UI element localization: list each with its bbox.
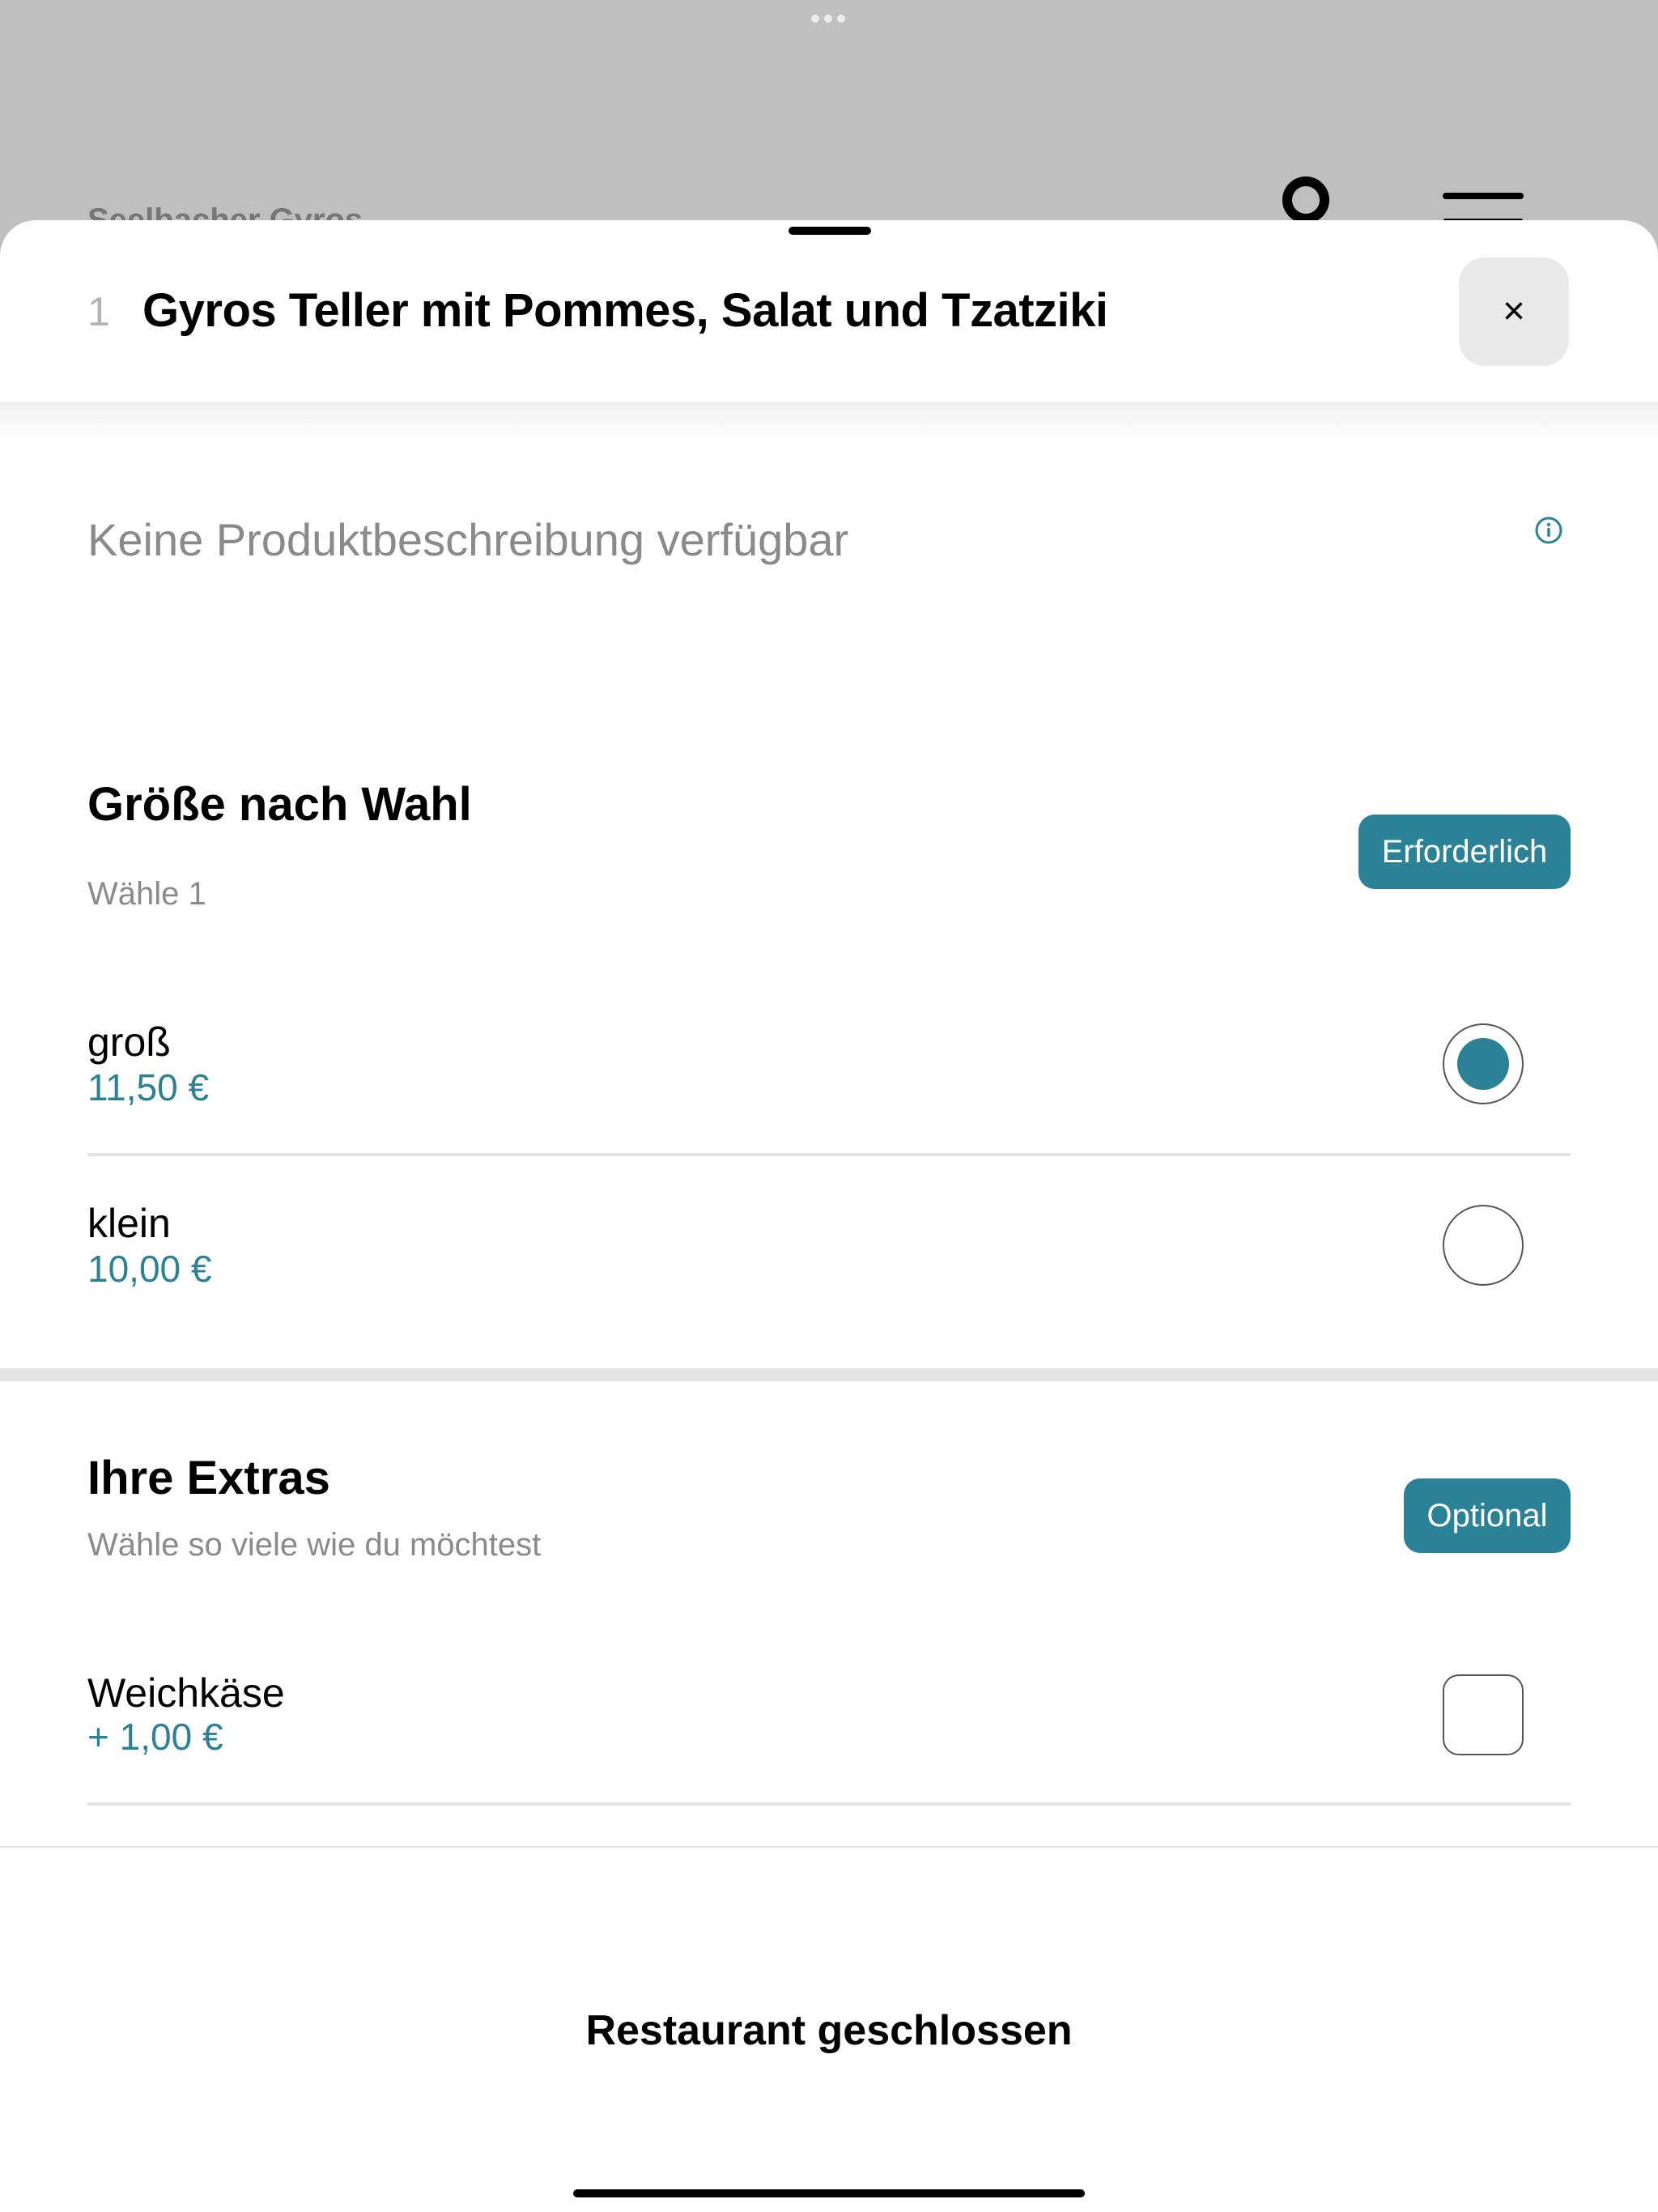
optional-badge: Optional [1404,1478,1571,1553]
size-group-subtitle: Wähle 1 [87,876,206,912]
option-name: Weichkäse [87,1670,285,1716]
required-badge: Erforderlich [1358,815,1571,889]
product-description: Keine Produktbeschreibung verfügbar [87,514,849,565]
extras-group-title: Ihre Extras [87,1452,330,1504]
close-icon: × [1502,290,1526,333]
option-price: 11,50 € [87,1066,210,1108]
product-title: Gyros Teller mit Pommes, Salat und Tzatz… [142,284,1108,337]
account-icon[interactable] [1282,177,1329,223]
option-name: klein [87,1201,171,1246]
sheet-header: 1 Gyros Teller mit Pommes, Salat und Tza… [0,220,1658,402]
item-quantity: 1 [87,289,110,334]
info-icon[interactable] [1535,517,1562,544]
multitasking-dots[interactable] [811,15,845,23]
extras-group-subtitle: Wähle so viele wie du möchtest [87,1527,542,1563]
radio-selected-dot [1457,1038,1509,1090]
product-sheet: 1 Gyros Teller mit Pommes, Salat und Tza… [0,220,1658,2212]
close-button[interactable]: × [1459,257,1569,366]
radio-button[interactable] [1443,1205,1524,1286]
size-group-title: Größe nach Wahl [87,778,472,831]
option-name: groß [87,1019,171,1065]
restaurant-status: Restaurant geschlossen [585,2007,1073,2054]
option-price: 10,00 € [87,1248,212,1290]
checkbox[interactable] [1443,1674,1524,1755]
header-shadow [0,402,1658,442]
divider [87,1153,1571,1156]
radio-button-selected[interactable] [1443,1023,1524,1104]
section-separator [0,1368,1658,1381]
home-indicator[interactable] [573,2189,1085,2197]
option-price: + 1,00 € [87,1716,223,1758]
sheet-footer: Restaurant geschlossen [0,1846,1658,2212]
divider [87,1802,1571,1806]
